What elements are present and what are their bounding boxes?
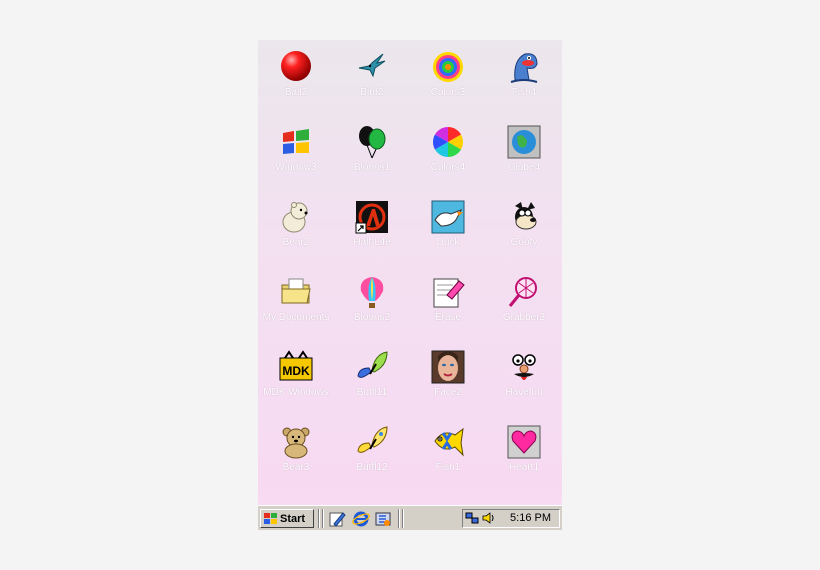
desktop-icon-window3[interactable]: Window3: [258, 115, 334, 190]
desktop-icon-label: Face2: [434, 387, 462, 398]
eraser-icon: [433, 278, 465, 308]
windows-flag-icon: [264, 512, 277, 524]
desktop-icon-globe4[interactable]: Globe4: [486, 115, 562, 190]
desktop-icon-label: Erase: [434, 312, 462, 323]
start-button[interactable]: Start: [260, 509, 314, 528]
color-swirl-icon: [433, 52, 463, 82]
heart-icon: [507, 425, 541, 459]
desktop-icon-colors4[interactable]: Colors4: [410, 115, 486, 190]
volume-icon: [482, 512, 494, 524]
pen-icon: [329, 512, 346, 527]
taskbar: Start 5:16 PM: [258, 505, 562, 530]
desktop-icon-bird2[interactable]: Bird2: [334, 40, 410, 115]
desktop-icon-label: Globe4: [507, 162, 541, 173]
duck-icon: [431, 200, 465, 234]
desktop-icon-butfl11[interactable]: Butfl11: [334, 340, 410, 415]
red-ball-icon: [281, 51, 311, 81]
clock[interactable]: 5:16 PM: [510, 512, 551, 524]
desktop-icon-label: Bear2: [282, 237, 310, 248]
taskbar-separator: [402, 509, 404, 528]
mdk-icon: MDK: [279, 350, 313, 381]
polar-bear-icon: [282, 202, 308, 233]
desktop-icon-label: Heart1: [508, 462, 539, 473]
internet-explorer-icon: [352, 511, 370, 527]
desktop-icon-label: Duck: [436, 237, 460, 248]
folder-icon: [281, 278, 311, 304]
desktop-icon-butfl12[interactable]: Butfl12: [334, 415, 410, 490]
butterfly-yellow-icon: [357, 426, 388, 453]
desktop-icon-erase[interactable]: Erase: [410, 265, 486, 340]
svg-text:MDK: MDK: [282, 364, 310, 378]
taskbar-separator: [398, 509, 400, 528]
desktop-icon-label: Ball2: [284, 87, 308, 98]
hot-air-balloon-icon: [360, 277, 384, 308]
desktop-icon-label: MDK Windows: [263, 387, 329, 398]
desktop-icon-colors3[interactable]: Colors3: [410, 40, 486, 115]
net-icon: [508, 277, 537, 307]
system-tray: 5:16 PM: [462, 509, 560, 528]
desktop-icon-fish4[interactable]: Fish4: [486, 40, 562, 115]
desktop-icon-fish1[interactable]: Fish1: [410, 415, 486, 490]
desktop-icon-ball2[interactable]: Ball2: [258, 40, 334, 115]
balloons-icon: [359, 126, 386, 159]
globe-icon: [507, 125, 541, 159]
desktop-icon-label: My Documents: [262, 312, 330, 323]
goofy-icon: [515, 202, 537, 230]
desktop-icon-bloons1[interactable]: Bloons1: [334, 115, 410, 190]
taskbar-separator: [318, 509, 320, 528]
desktop-icon-mdk-windows[interactable]: MDK MDK Windows: [258, 340, 334, 415]
desktop-icon-bloons2[interactable]: Bloons2: [334, 265, 410, 340]
desktop-icon-label: Fish1: [435, 462, 461, 473]
desktop-icon-my-documents[interactable]: My Documents: [258, 265, 334, 340]
windows-logo-icon: [283, 129, 309, 154]
taskbar-separator: [322, 509, 324, 528]
desktop-icon-label: Bloons2: [353, 312, 391, 323]
desktop-icon-label: Fish4: [511, 87, 537, 98]
desktop-icon-bear2[interactable]: Bear2: [258, 190, 334, 265]
desktop-icon-face2[interactable]: Face2: [410, 340, 486, 415]
network-icon: [465, 512, 479, 524]
desktop-icon-grabber3[interactable]: Grabber3: [486, 265, 562, 340]
desktop-icon-label: Colors4: [430, 162, 466, 173]
desktop-icon-havefun[interactable]: Havefun: [486, 340, 562, 415]
desktop-icon-label: Havefun: [505, 387, 543, 398]
desktop-icon-label: Half-Life: [353, 237, 391, 248]
desktop-icon-duck[interactable]: Duck: [410, 190, 486, 265]
desktop: Ball2 Bird2 Colors3 Fish4 Window3 Bloons…: [258, 40, 562, 505]
desktop-icon-label: Grabber3: [502, 312, 546, 323]
desktop-icon-label: Bear3: [282, 462, 310, 473]
desktop-icon-label: Goofy: [510, 237, 538, 248]
screen: Ball2 Bird2 Colors3 Fish4 Window3 Bloons…: [258, 40, 562, 530]
tray-network[interactable]: [465, 511, 479, 525]
desktop-icon-label: Bird2: [360, 87, 384, 98]
desktop-icon-label: Window3: [275, 162, 317, 173]
face-icon: [431, 350, 465, 384]
desktop-icon-label: Butfl12: [356, 462, 388, 473]
flounder-fish-icon: [434, 427, 464, 457]
desktop-icon-goofy[interactable]: Goofy: [486, 190, 562, 265]
quick-launch-pen[interactable]: [328, 510, 346, 528]
half-life-icon: [355, 201, 388, 234]
desktop-icon-bear3[interactable]: Bear3: [258, 415, 334, 490]
desktop-icon-label: Butfl11: [356, 387, 388, 398]
quick-launch-channels[interactable]: [374, 510, 392, 528]
tray-volume[interactable]: [481, 511, 495, 525]
desktop-icon-heart1[interactable]: Heart1: [486, 415, 562, 490]
desktop-icon-half-life[interactable]: Half-Life: [334, 190, 410, 265]
color-wheel-icon: [432, 127, 464, 157]
quick-launch-internet-explorer[interactable]: [352, 510, 370, 528]
desktop-icon-label: Bloons1: [353, 162, 391, 173]
teddy-bear-icon: [282, 427, 310, 459]
start-label: Start: [280, 512, 306, 525]
desktop-icon-label: Colors3: [430, 87, 466, 98]
funny-face-icon: [512, 354, 536, 380]
channels-icon: [375, 512, 391, 526]
butterfly-icon: [357, 351, 388, 378]
hummingbird-icon: [358, 53, 386, 78]
fish-icon: [510, 53, 538, 83]
